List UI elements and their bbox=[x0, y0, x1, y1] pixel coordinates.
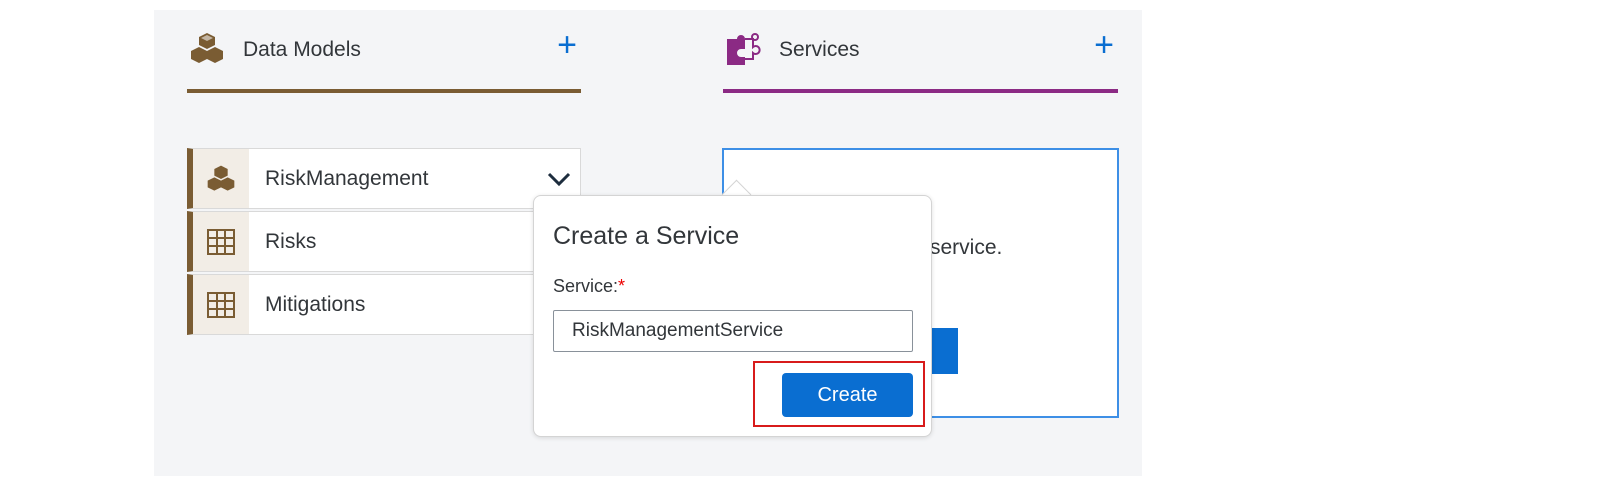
required-mark: * bbox=[618, 276, 626, 296]
data-model-entity-list: RiskManagement Risks Mitigations bbox=[187, 148, 581, 337]
services-title: Services bbox=[779, 38, 860, 61]
cube-cluster-icon bbox=[207, 165, 235, 191]
entity-label: RiskManagement bbox=[265, 167, 429, 190]
entity-label: Mitigations bbox=[265, 293, 366, 316]
services-header: Services + bbox=[723, 28, 1118, 93]
add-data-model-button[interactable]: + bbox=[557, 28, 577, 62]
chevron-down-icon[interactable] bbox=[546, 167, 572, 191]
data-models-header: Data Models + bbox=[187, 28, 581, 93]
services-empty-text: service. bbox=[930, 236, 1003, 259]
service-name-input[interactable] bbox=[553, 310, 913, 352]
data-models-underline bbox=[187, 89, 581, 93]
create-service-popover: Create a Service Service:* Create bbox=[533, 195, 932, 437]
table-grid-icon bbox=[207, 228, 235, 255]
row-icon-box bbox=[193, 149, 249, 208]
data-models-title: Data Models bbox=[243, 38, 361, 61]
entity-row-risks[interactable]: Risks bbox=[187, 211, 581, 272]
service-field-label: Service:* bbox=[553, 276, 626, 296]
add-service-button[interactable]: + bbox=[1094, 28, 1114, 62]
table-grid-icon bbox=[207, 291, 235, 318]
popover-title: Create a Service bbox=[553, 222, 740, 250]
row-icon-box bbox=[193, 275, 249, 334]
services-underline bbox=[723, 89, 1118, 93]
entity-row-riskmanagement[interactable]: RiskManagement bbox=[187, 148, 581, 209]
entity-row-mitigations[interactable]: Mitigations bbox=[187, 274, 581, 335]
row-icon-box bbox=[193, 212, 249, 271]
puzzle-icon bbox=[727, 33, 761, 65]
create-button[interactable]: Create bbox=[782, 373, 913, 417]
cube-cluster-icon bbox=[191, 33, 223, 63]
entity-label: Risks bbox=[265, 230, 317, 253]
